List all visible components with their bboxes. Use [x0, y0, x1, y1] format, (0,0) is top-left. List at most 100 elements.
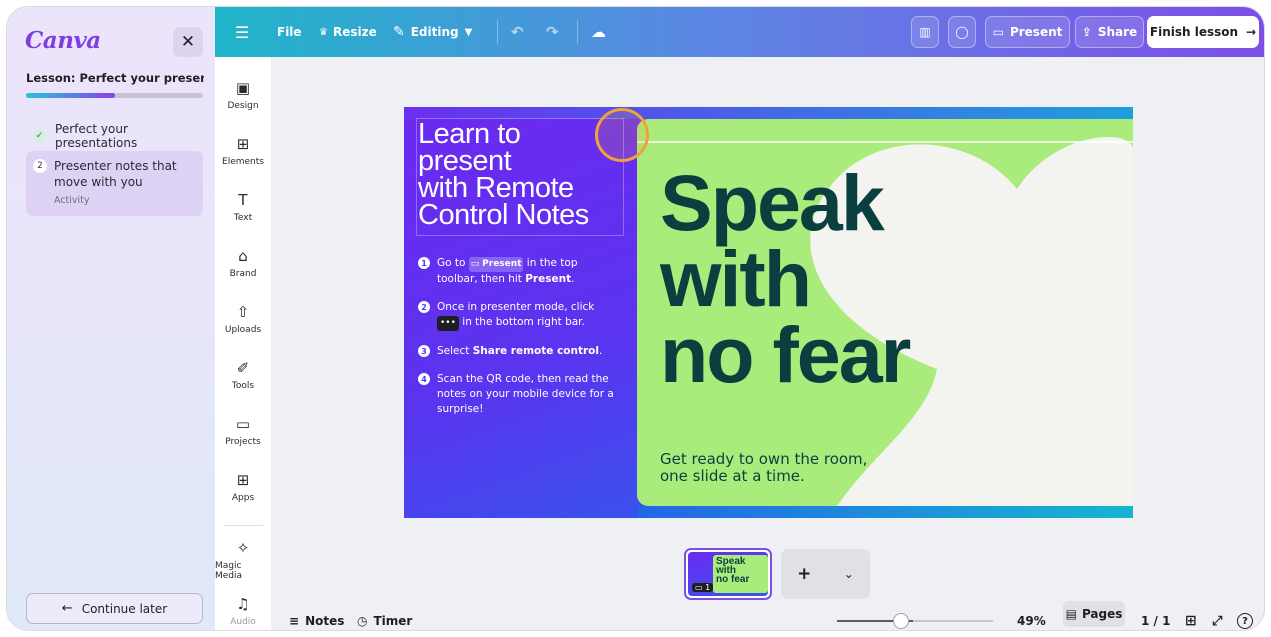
finish-lesson-button[interactable]: Finish lesson →: [1147, 16, 1259, 48]
rail-item-uploads[interactable]: ⇧ Uploads: [215, 301, 271, 351]
thumbnail-badge-number: 1: [705, 583, 711, 592]
heading-line: Control Notes: [418, 199, 589, 231]
timer-label: Timer: [373, 614, 413, 628]
rail-item-magic-media[interactable]: ✧ Magic Media: [215, 537, 271, 587]
editing-label: Editing: [410, 25, 459, 39]
slide-tagline[interactable]: Get ready to own the room, one slide at …: [660, 451, 867, 485]
chevron-down-icon[interactable]: ⌄: [844, 567, 854, 581]
shapes-icon: ⊞: [236, 135, 250, 153]
help-button[interactable]: ?: [1237, 610, 1253, 630]
heading-line: present: [418, 145, 512, 177]
lesson-step-label: Presenter notes that move with you: [54, 159, 177, 189]
bar-chart-icon: ▥: [919, 25, 931, 39]
instruction-text: Go to: [437, 257, 469, 269]
heading-line: with Remote: [418, 172, 574, 204]
slide[interactable]: Learn to present with Remote Control Not…: [404, 107, 1133, 518]
check-icon: ✓: [33, 129, 47, 143]
notes-label: Notes: [305, 614, 345, 628]
instruction-step-4[interactable]: 4 Scan the QR code, then read the notes …: [418, 372, 614, 417]
fullscreen-icon[interactable]: ⤢: [1212, 610, 1222, 630]
zoom-slider[interactable]: [837, 620, 993, 622]
rail-item-label: Elements: [222, 157, 264, 167]
arrow-left-icon: ←: [61, 601, 73, 616]
file-menu[interactable]: File: [277, 7, 302, 57]
zoom-slider-handle[interactable]: [893, 613, 909, 629]
cloud-saved-icon[interactable]: ☁: [591, 7, 606, 57]
comments-button[interactable]: ◯: [948, 16, 976, 48]
share-label: Share: [1097, 25, 1138, 39]
rail-item-elements[interactable]: ⊞ Elements: [215, 133, 271, 183]
magic-media-icon: ✧: [236, 539, 250, 557]
folder-icon: ▭: [235, 415, 251, 433]
app-window: Canva ✕ Lesson: Perfect your presentati.…: [6, 6, 1265, 631]
chevron-down-icon: ▼: [464, 26, 473, 38]
page-thumbnail[interactable]: Speak with no fear ▭ 1: [684, 548, 772, 600]
notes-button[interactable]: ≡ Notes: [289, 610, 345, 630]
present-label: Present: [1009, 25, 1063, 39]
rail-item-apps[interactable]: ⊞ Apps: [215, 469, 271, 519]
headline-line: no fear: [660, 310, 911, 399]
step-number-badge: 1: [418, 257, 430, 269]
timer-button[interactable]: ◷ Timer: [357, 610, 413, 630]
present-button[interactable]: ▭ Present: [985, 16, 1070, 48]
editing-mode-dropdown[interactable]: ✎ Editing ▼: [393, 7, 472, 57]
menu-icon[interactable]: ☰: [235, 7, 249, 57]
slide-headline[interactable]: Speak with no fear: [660, 163, 911, 399]
continue-later-label: Continue later: [81, 601, 168, 616]
grid-view-icon[interactable]: ⊞: [1185, 610, 1197, 630]
lesson-progress-bar: [26, 93, 203, 98]
headline-line: with: [660, 234, 812, 323]
editor-canvas[interactable]: Learn to present with Remote Control Not…: [271, 57, 1264, 610]
rail-item-label: Apps: [231, 493, 255, 503]
close-lesson-button[interactable]: ✕: [173, 27, 203, 57]
rail-item-audio[interactable]: ♫ Audio: [215, 593, 271, 630]
close-icon: ✕: [180, 32, 196, 52]
lesson-step-2[interactable]: 2 Presenter notes that move with you Act…: [26, 151, 203, 216]
undo-icon[interactable]: ↶: [511, 7, 524, 57]
arrow-right-icon: →: [1246, 25, 1257, 39]
canva-logo[interactable]: Canva: [25, 27, 101, 54]
rail-item-label: Audio: [230, 617, 256, 627]
page-count: 1 / 1: [1141, 614, 1171, 628]
rail-item-design[interactable]: ▣ Design: [215, 77, 271, 127]
step-number-badge: 2: [418, 301, 430, 313]
lesson-step-type: Activity: [54, 195, 90, 206]
layout-icon: ▣: [235, 79, 251, 97]
crown-icon: ♛: [319, 26, 328, 38]
cursor-highlight: [595, 108, 649, 162]
rail-item-projects[interactable]: ▭ Projects: [215, 413, 271, 463]
lesson-progress-fill: [26, 93, 115, 98]
resize-button[interactable]: ♛ Resize: [319, 7, 377, 57]
share-button[interactable]: ⇪ Share: [1075, 16, 1144, 48]
present-chip: ▭ Present: [468, 257, 524, 272]
tagline-line: Get ready to own the room,: [660, 450, 868, 468]
instruction-text: Scan the QR code, then read the notes on…: [437, 373, 614, 415]
instruction-text: .: [599, 345, 603, 357]
zoom-level[interactable]: 49%: [1017, 610, 1046, 630]
pages-icon: ▤: [1065, 607, 1077, 621]
instruction-text: .: [571, 273, 575, 285]
resize-label: Resize: [332, 25, 377, 39]
help-icon: ?: [1237, 613, 1253, 629]
instruction-step-1[interactable]: 1 Go to ▭ Present in the top toolbar, th…: [418, 256, 614, 287]
rail-item-label: Text: [233, 213, 253, 223]
redo-icon[interactable]: ↷: [546, 7, 559, 57]
rail-item-label: Projects: [225, 437, 261, 447]
instruction-step-3[interactable]: 3 Select Share remote control.: [418, 344, 614, 359]
rail-item-label: Tools: [231, 381, 255, 391]
rail-item-tools[interactable]: ✐ Tools: [215, 357, 271, 407]
toolbar-divider: [497, 20, 498, 44]
tagline-line: one slide at a time.: [660, 467, 805, 485]
rail-item-brand[interactable]: ⌂ Brand: [215, 245, 271, 295]
rail-item-text[interactable]: T Text: [215, 189, 271, 239]
insights-button[interactable]: ▥: [911, 16, 939, 48]
lesson-step-1[interactable]: ✓ Perfect your presentations: [26, 122, 203, 150]
music-icon: ♫: [236, 595, 250, 613]
add-page-button[interactable]: + ⌄: [781, 549, 870, 599]
continue-later-button[interactable]: ← Continue later: [26, 593, 203, 624]
rail-item-label: Uploads: [224, 325, 262, 335]
pages-button[interactable]: ▤ Pages: [1063, 601, 1125, 627]
instruction-step-2[interactable]: 2 Once in presenter mode, click ••• in t…: [418, 300, 614, 331]
instruction-text: Select: [437, 345, 473, 357]
plus-icon: +: [797, 564, 812, 584]
